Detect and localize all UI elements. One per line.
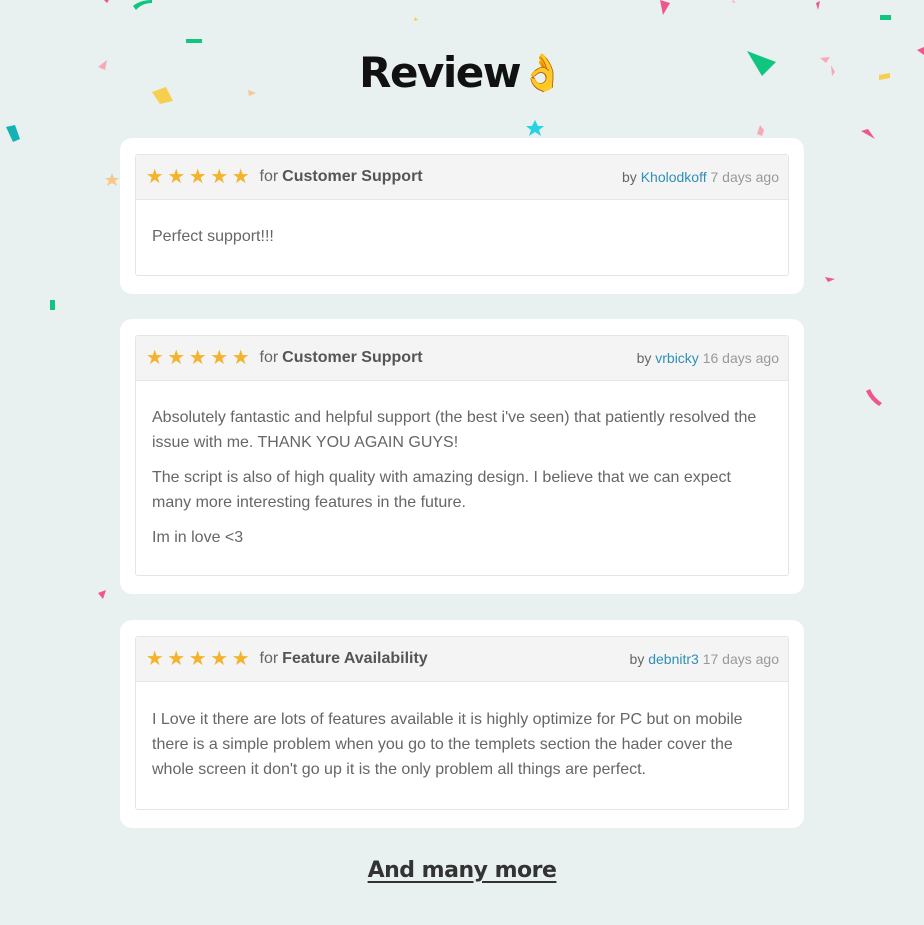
review-category: Feature Availability	[282, 650, 428, 667]
review-time: 17 days ago	[702, 651, 779, 667]
confetti-piece	[816, 1, 820, 10]
star-icon: ★	[231, 648, 250, 670]
confetti-piece	[186, 39, 202, 43]
for-label: for	[259, 168, 279, 185]
star-rating: ★ ★ ★ ★ ★	[144, 348, 252, 368]
ok-hand-icon: 👌	[520, 53, 565, 94]
review-time: 7 days ago	[710, 169, 780, 185]
by-label: by	[622, 169, 637, 185]
review-text: Perfect support!!!	[152, 228, 274, 245]
star-icon: ★	[210, 347, 229, 369]
review-meta: by vrbicky 16 days ago	[637, 350, 779, 366]
by-label: by	[629, 651, 645, 667]
review-text: Im in love <3	[152, 529, 244, 546]
star-icon: ★	[188, 166, 207, 188]
star-icon: ★	[145, 347, 164, 369]
review-text: The script is also of high quality with …	[152, 469, 731, 511]
confetti-piece	[866, 389, 882, 406]
confetti-piece	[825, 277, 835, 282]
review-category: Customer Support	[282, 168, 423, 185]
star-rating: ★ ★ ★ ★ ★	[144, 649, 252, 669]
for-label: for	[259, 650, 279, 667]
review-body: Absolutely fantastic and helpful support…	[136, 381, 788, 575]
star-rating: ★ ★ ★ ★ ★	[144, 167, 252, 187]
review-card: ★ ★ ★ ★ ★ for Customer Support by vrbick…	[120, 319, 804, 594]
for-label: for	[259, 349, 279, 366]
star-icon: ★	[231, 166, 250, 188]
confetti-piece	[105, 173, 119, 186]
review-panel: ★ ★ ★ ★ ★ for Customer Support by vrbick…	[135, 335, 789, 576]
star-icon: ★	[167, 648, 186, 670]
review-panel: ★ ★ ★ ★ ★ for Feature Availability by de…	[135, 636, 789, 810]
confetti-piece	[660, 0, 670, 15]
confetti-piece	[104, 0, 109, 3]
by-label: by	[636, 350, 652, 366]
star-icon: ★	[167, 166, 186, 188]
confetti-piece	[133, 0, 152, 10]
star-icon: ★	[188, 347, 207, 369]
review-category: Customer Support	[282, 349, 423, 366]
confetti-piece	[732, 0, 736, 3]
confetti-piece	[98, 590, 106, 599]
author-link[interactable]: vrbicky	[655, 350, 699, 366]
review-meta: by debnitr3 17 days ago	[630, 651, 779, 667]
review-panel: ★ ★ ★ ★ ★ for Customer Support by Kholod…	[135, 154, 789, 276]
confetti-piece	[861, 129, 875, 139]
review-time: 16 days ago	[702, 350, 779, 366]
review-card: ★ ★ ★ ★ ★ for Customer Support by Kholod…	[120, 138, 804, 294]
page-title: Review👌	[0, 48, 924, 97]
review-card: ★ ★ ★ ★ ★ for Feature Availability by de…	[120, 620, 804, 828]
star-icon: ★	[188, 648, 207, 670]
review-text: I Love it there are lots of features ava…	[152, 711, 743, 778]
star-icon: ★	[210, 648, 229, 670]
star-icon: ★	[210, 166, 229, 188]
confetti-piece	[6, 125, 20, 142]
review-header: ★ ★ ★ ★ ★ for Feature Availability by de…	[136, 637, 788, 682]
review-body: Perfect support!!!	[136, 200, 788, 275]
confetti-piece	[414, 17, 418, 21]
page-title-text: Review	[359, 48, 521, 97]
and-many-more-link[interactable]: And many more	[368, 858, 557, 883]
confetti-piece	[880, 15, 891, 20]
star-icon: ★	[167, 347, 186, 369]
star-icon: ★	[145, 166, 164, 188]
star-icon: ★	[231, 347, 250, 369]
more-section: And many more	[0, 858, 924, 883]
review-header: ★ ★ ★ ★ ★ for Customer Support by Kholod…	[136, 155, 788, 200]
confetti-piece	[526, 120, 544, 136]
author-link[interactable]: debnitr3	[648, 651, 699, 667]
confetti-piece	[50, 300, 55, 310]
review-header: ★ ★ ★ ★ ★ for Customer Support by vrbick…	[136, 336, 788, 381]
review-body: I Love it there are lots of features ava…	[136, 682, 788, 809]
star-icon: ★	[145, 648, 164, 670]
review-text: Absolutely fantastic and helpful support…	[152, 409, 757, 451]
review-meta: by Kholodkoff 7 days ago	[622, 169, 779, 185]
confetti-piece	[757, 125, 764, 136]
author-link[interactable]: Kholodkoff	[641, 169, 707, 185]
